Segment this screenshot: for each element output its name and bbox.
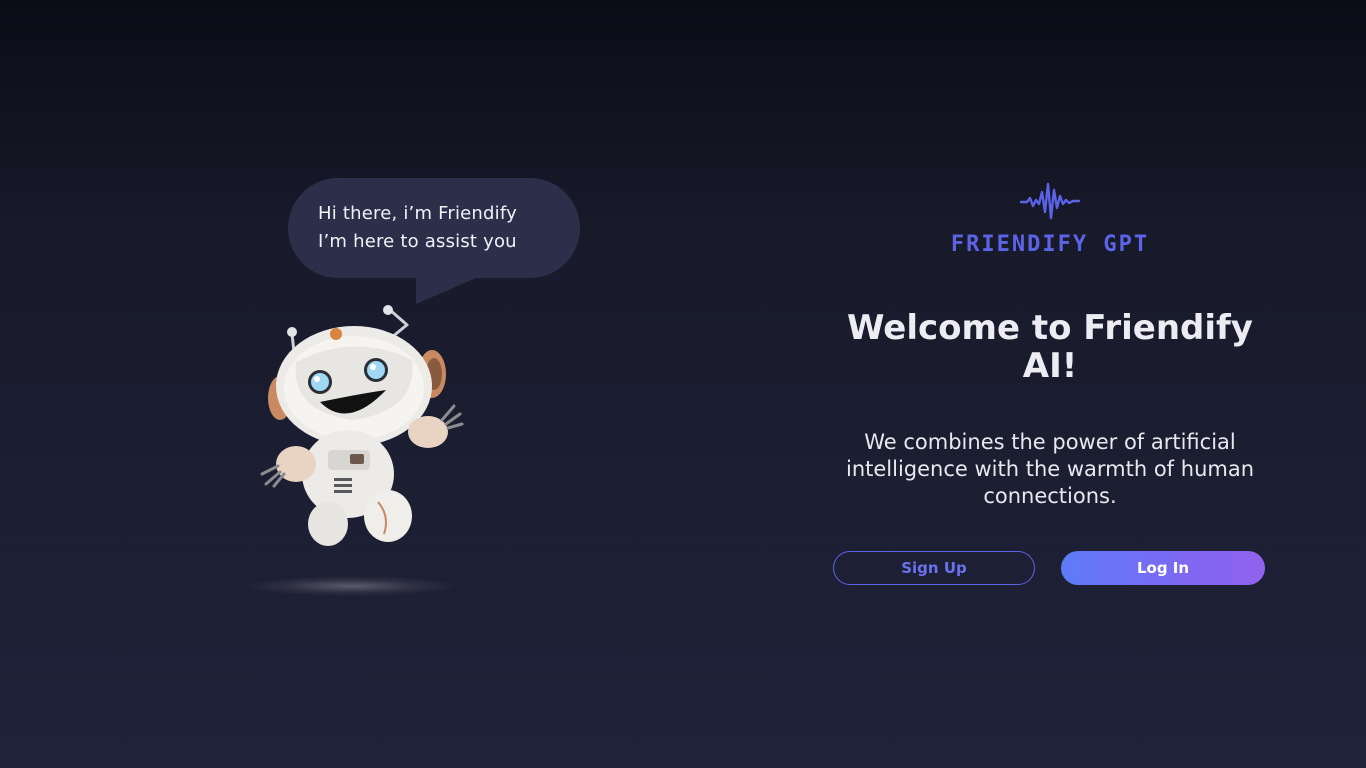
mascot-area: Hi there, i’m Friendify I’m here to assi…: [240, 170, 600, 610]
brand-logo-text: FRIENDIFY GPT: [950, 232, 1150, 257]
welcome-description: We combines the power of artificial inte…: [845, 430, 1255, 508]
soundwave-icon: [1019, 182, 1081, 220]
auth-buttons: Sign Up Log In: [833, 551, 1265, 585]
speech-bubble-line-2: I’m here to assist you: [318, 231, 517, 252]
speech-bubble-tail: [416, 278, 476, 304]
welcome-title: Welcome to Friendify AI!: [847, 308, 1253, 386]
welcome-panel: FRIENDIFY GPT Welcome to Friendify AI! W…: [820, 178, 1280, 585]
log-in-button[interactable]: Log In: [1061, 551, 1265, 585]
sign-up-button[interactable]: Sign Up: [833, 551, 1035, 585]
speech-bubble: Hi there, i’m Friendify I’m here to assi…: [288, 178, 580, 278]
speech-bubble-line-1: Hi there, i’m Friendify: [318, 203, 517, 224]
robot-shadow: [246, 576, 456, 596]
robot-mascot-illustration: [260, 305, 464, 546]
